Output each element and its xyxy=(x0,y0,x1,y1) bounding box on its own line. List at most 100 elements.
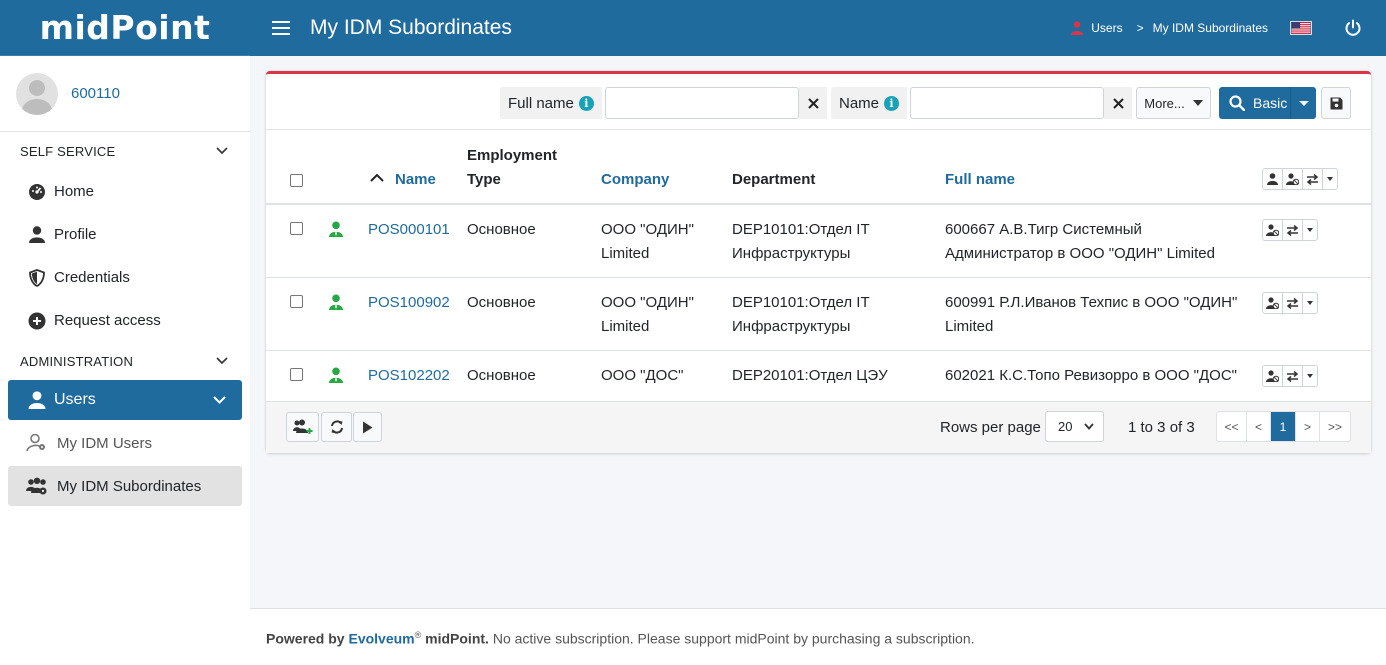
more-actions-dropdown[interactable] xyxy=(1323,169,1337,189)
row-action-buttons xyxy=(1262,292,1318,314)
shield-icon xyxy=(29,268,45,287)
search-icon xyxy=(1229,95,1245,111)
page-title: My IDM Subordinates xyxy=(310,16,512,39)
sidebar-item-profile[interactable]: Profile xyxy=(0,213,250,256)
next-page-button[interactable]: > xyxy=(1296,412,1320,441)
first-page-button[interactable]: << xyxy=(1217,412,1247,441)
caret-down-icon xyxy=(1192,100,1203,106)
caret-down-icon xyxy=(1327,177,1333,181)
sidebar-item-label: Request access xyxy=(54,312,161,329)
breadcrumb-users[interactable]: Users xyxy=(1091,21,1122,35)
logout-power-icon[interactable] xyxy=(1344,19,1362,37)
more-actions-dropdown[interactable] xyxy=(1303,293,1317,313)
subscription-message: No active subscription. Please support m… xyxy=(492,630,975,647)
info-icon[interactable]: i xyxy=(884,95,900,111)
clear-fullname-button[interactable] xyxy=(799,87,827,119)
page-1-button[interactable]: 1 xyxy=(1271,412,1296,441)
clear-name-button[interactable] xyxy=(1104,87,1132,119)
row-checkbox[interactable] xyxy=(290,295,303,308)
more-label: More... xyxy=(1144,95,1185,111)
swap-button[interactable] xyxy=(1283,293,1303,313)
column-company[interactable]: Company xyxy=(601,168,669,192)
sidebar-item-label: Users xyxy=(54,391,96,408)
row-checkbox[interactable] xyxy=(290,222,303,235)
user-icon xyxy=(329,294,343,310)
table-row: POS102202 Основное ООО "ДОС" DEP20101:От… xyxy=(266,351,1371,401)
sort-ascending-icon[interactable] xyxy=(370,173,384,182)
fullname-search-label: Full name i xyxy=(500,87,602,119)
users-group-icon xyxy=(26,477,47,495)
sidebar-item-my-idm-subordinates[interactable]: My IDM Subordinates xyxy=(8,466,242,506)
column-department: Department xyxy=(732,171,816,188)
assign-user-button[interactable] xyxy=(1263,169,1283,189)
sidebar-item-label: My IDM Subordinates xyxy=(57,477,202,495)
current-user-name[interactable]: 600110 xyxy=(71,85,120,102)
brand-logo[interactable]: midPoint xyxy=(0,0,250,56)
row-company-line1: ООО "ОДИН" xyxy=(601,294,694,311)
chevron-down-icon xyxy=(216,147,228,155)
menu-toggle-icon[interactable] xyxy=(272,21,290,35)
swap-button[interactable] xyxy=(1283,366,1303,386)
row-name-link[interactable]: POS100902 xyxy=(368,291,450,315)
sidebar-item-label: Profile xyxy=(54,226,97,243)
column-employment-type-line1: Employment xyxy=(467,147,558,164)
sidebar-item-my-idm-users[interactable]: My IDM Users xyxy=(8,423,242,463)
row-checkbox[interactable] xyxy=(290,368,303,381)
row-name-link[interactable]: POS102202 xyxy=(368,364,450,388)
user-panel: 600110 xyxy=(0,56,250,132)
swap-button[interactable] xyxy=(1283,220,1303,240)
column-name[interactable]: Name xyxy=(395,168,436,192)
rows-per-page-select[interactable]: 20 xyxy=(1045,411,1104,442)
sidebar-item-users[interactable]: Users xyxy=(8,380,242,420)
save-search-button[interactable] xyxy=(1321,87,1351,119)
section-administration[interactable]: ADMINISTRATION xyxy=(0,342,250,380)
row-name-link[interactable]: POS000101 xyxy=(368,218,450,242)
header-action-buttons xyxy=(1262,168,1338,190)
evolveum-link[interactable]: Evolveum xyxy=(348,631,414,647)
page-footer: Powered by Evolveum® midPoint. No active… xyxy=(250,608,1386,665)
fullname-search-input[interactable] xyxy=(605,87,799,119)
more-actions-dropdown[interactable] xyxy=(1303,366,1317,386)
last-page-button[interactable]: >> xyxy=(1320,412,1350,441)
search-mode-dropdown[interactable] xyxy=(1290,87,1316,119)
row-action-buttons xyxy=(1262,365,1318,387)
unassign-user-button[interactable] xyxy=(1263,366,1283,386)
us-flag-icon[interactable] xyxy=(1290,21,1312,35)
refresh-button[interactable] xyxy=(321,412,352,442)
select-all-checkbox[interactable] xyxy=(290,174,303,187)
user-slash-icon xyxy=(1286,173,1299,185)
breadcrumb: Users > My IDM Subordinates xyxy=(1071,21,1268,35)
caret-down-icon xyxy=(1298,100,1309,106)
records-count: 1 to 3 of 3 xyxy=(1128,419,1195,436)
table-row: POS000101 Основное ООО "ОДИН" Limited DE… xyxy=(266,205,1371,278)
info-icon[interactable]: i xyxy=(578,95,594,111)
row-fullname-line1: 600667 А.В.Тигр Системный xyxy=(945,221,1142,238)
section-title: SELF SERVICE xyxy=(20,143,116,159)
exchange-arrows-icon xyxy=(1286,224,1299,236)
unassign-user-button[interactable] xyxy=(1283,169,1303,189)
breadcrumb-current: My IDM Subordinates xyxy=(1152,21,1268,35)
plus-circle-icon xyxy=(28,312,46,329)
unassign-user-button[interactable] xyxy=(1263,293,1283,313)
play-button[interactable] xyxy=(353,412,382,442)
sidebar-item-home[interactable]: Home xyxy=(0,170,250,213)
section-title: ADMINISTRATION xyxy=(20,353,134,369)
name-search-input[interactable] xyxy=(910,87,1104,119)
add-users-button[interactable] xyxy=(286,412,319,442)
section-self-service[interactable]: SELF SERVICE xyxy=(0,132,250,170)
more-actions-dropdown[interactable] xyxy=(1303,220,1317,240)
swap-button[interactable] xyxy=(1303,169,1323,189)
row-fullname-line2: Limited xyxy=(945,318,994,335)
column-full-name[interactable]: Full name xyxy=(945,168,1015,192)
more-filters-button[interactable]: More... xyxy=(1136,87,1211,119)
prev-page-button[interactable]: < xyxy=(1247,412,1271,441)
subordinates-panel: Full name i Name i More... Basic Name Em… xyxy=(266,71,1371,453)
basic-search-button[interactable]: Basic xyxy=(1219,87,1316,119)
table-row: POS100902 Основное ООО "ОДИН" Limited DE… xyxy=(266,278,1371,351)
caret-down-icon xyxy=(1307,374,1313,378)
unassign-user-button[interactable] xyxy=(1263,220,1283,240)
user-slash-icon xyxy=(1266,224,1279,236)
sidebar-item-credentials[interactable]: Credentials xyxy=(0,256,250,299)
pagination: << < 1 > >> xyxy=(1216,411,1351,442)
sidebar-item-request-access[interactable]: Request access xyxy=(0,299,250,342)
